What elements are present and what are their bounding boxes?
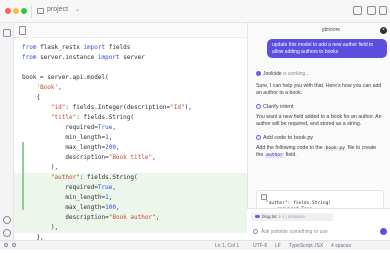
activity-bar — [0, 23, 14, 240]
minimize-window-button[interactable] — [13, 8, 19, 14]
code-line[interactable]: required=True, — [22, 183, 116, 193]
code-line[interactable]: { — [22, 93, 40, 103]
code-line[interactable]: min_length=1, — [22, 133, 112, 143]
encoding[interactable]: UTF-8 — [253, 243, 267, 249]
problems-icon[interactable] — [12, 243, 16, 247]
chat-input[interactable]: Ask jooloide something or use — [253, 227, 378, 237]
send-button[interactable] — [380, 228, 387, 235]
editor-tab-bar — [14, 23, 247, 38]
step-1-title: Clarify intent — [263, 104, 294, 110]
code-line[interactable]: "author": fields.String( — [22, 173, 138, 183]
code-editor[interactable]: from flask_restx import fields from serve… — [14, 38, 247, 251]
code-line[interactable]: required=True, — [22, 123, 116, 133]
step-2-title: Add code to book.py — [263, 135, 314, 141]
agent-icon — [256, 71, 261, 76]
code-line[interactable]: min_length=1, — [22, 193, 112, 203]
step-1-text: You want a new field added to a book for… — [256, 114, 382, 128]
file-reference[interactable]: book.py — [324, 146, 347, 151]
step-2-text: Add the following code to the book.py fi… — [256, 145, 384, 160]
mention-icon[interactable] — [253, 229, 258, 234]
agent-status-row: Jooloide is working... — [256, 71, 309, 77]
code-line[interactable]: "id": fields.Integer(description="Id"), — [22, 103, 192, 113]
chat-input-area: blog.txt 1-1 | instance Ask jooloide som… — [247, 208, 390, 240]
titlebar-divider — [31, 5, 32, 18]
user-message-text: update this model to add a new author fi… — [272, 42, 374, 55]
code-line[interactable]: description="Book title", — [22, 153, 155, 163]
sidebar-toggle-icon[interactable] — [379, 6, 387, 15]
context-file: blog.txt — [262, 214, 277, 219]
copy-icon[interactable] — [261, 194, 267, 200]
user-name: jdmoore — [322, 27, 341, 33]
code-line[interactable]: from flask_restx import fields — [22, 43, 130, 53]
layout-panel-icon[interactable] — [353, 6, 362, 15]
title-bar: project ⌄ — [0, 0, 390, 23]
close-window-button[interactable] — [5, 8, 11, 14]
maximize-window-button[interactable] — [21, 8, 27, 14]
code-line[interactable]: 'Book', — [22, 83, 61, 93]
file-icon[interactable] — [19, 26, 26, 35]
split-view-icon[interactable] — [367, 6, 376, 15]
code-line[interactable]: max_length=100, — [22, 203, 119, 213]
indentation[interactable]: 4 spaces — [331, 243, 351, 249]
account-icon[interactable] — [3, 216, 11, 224]
chat-input-placeholder: Ask jooloide something or use — [261, 229, 328, 235]
chevron-down-icon[interactable]: ⌄ — [75, 6, 80, 13]
code-line[interactable]: "title": fields.String( — [22, 113, 134, 123]
code-line[interactable]: ), — [22, 223, 58, 233]
step-2-title-row: Add code to book.py — [256, 135, 313, 141]
line-endings[interactable]: LF — [275, 243, 281, 249]
context-range: 1-1 | instance — [277, 214, 305, 219]
ide-window: project ⌄ from flask_restx import fields… — [0, 0, 390, 251]
step-circle-icon — [256, 135, 261, 140]
explorer-icon[interactable] — [3, 29, 11, 37]
context-chip[interactable]: blog.txt 1-1 | instance — [251, 213, 333, 221]
step-2-text-c: field. — [285, 152, 297, 159]
toggle-icon[interactable] — [255, 215, 260, 218]
step-circle-icon — [256, 104, 261, 109]
field-reference: author — [264, 153, 285, 159]
code-line[interactable]: book = server.api.model( — [22, 73, 109, 83]
agent-status: is working... — [283, 71, 310, 77]
reply-intro: Sure, I can help you with that. Here's h… — [256, 83, 382, 97]
close-icon[interactable]: × — [380, 27, 387, 34]
cursor-position[interactable]: Ln 1, Col 1 — [215, 243, 239, 249]
code-line[interactable]: from server.instance import server — [22, 53, 145, 63]
user-message-bubble: update this model to add a new author fi… — [267, 39, 387, 58]
folder-icon — [37, 8, 44, 14]
project-selector[interactable]: project — [47, 6, 68, 13]
language-mode[interactable]: TypeScript JSX — [289, 243, 323, 249]
code-line[interactable]: ), — [22, 163, 58, 173]
branch-icon[interactable] — [4, 243, 8, 247]
step-2-text-a: Add the following code to the — [256, 145, 323, 151]
code-line[interactable]: description="Book author", — [22, 213, 159, 223]
code-line[interactable]: max_length=200, — [22, 143, 119, 153]
agent-name: Jooloide — [263, 71, 282, 77]
step-1-title-row: Clarify intent — [256, 104, 294, 110]
status-bar: Ln 1, Col 1 UTF-8 LF TypeScript JSX 4 sp… — [0, 240, 390, 250]
settings-icon[interactable] — [3, 229, 11, 237]
